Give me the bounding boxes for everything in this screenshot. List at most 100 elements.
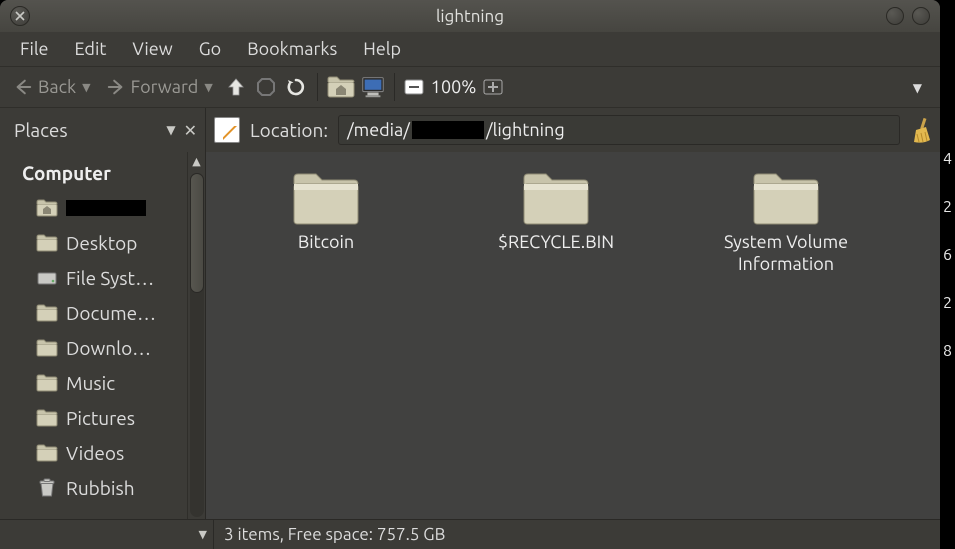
folder-icon bbox=[520, 170, 592, 228]
back-arrow-icon bbox=[14, 78, 32, 96]
zoom-in-button[interactable] bbox=[482, 77, 504, 97]
sidebar-list: Computer Desktop File Syst… Docume… bbox=[0, 152, 187, 519]
zoom-level: 100% bbox=[431, 77, 477, 97]
close-icon bbox=[15, 11, 25, 21]
stop-icon bbox=[255, 76, 277, 98]
window-close-button[interactable] bbox=[10, 6, 30, 26]
titlebar: lightning bbox=[0, 0, 940, 32]
folder-label: System Volume Information bbox=[686, 232, 886, 275]
sidebar-item-label: Pictures bbox=[66, 407, 135, 429]
sidebar-item-filesystem[interactable]: File Syst… bbox=[0, 260, 187, 295]
location-path-prefix: /media/ bbox=[347, 120, 410, 140]
folder-icon bbox=[36, 443, 58, 463]
forward-arrow-icon bbox=[107, 78, 125, 96]
back-label: Back bbox=[38, 77, 76, 97]
nav-forward-group: Forward ▼ bbox=[101, 74, 219, 100]
file-view[interactable]: Bitcoin $RECYCLE.BIN System Volume Infor… bbox=[206, 152, 940, 519]
up-arrow-icon bbox=[225, 76, 247, 98]
menu-view[interactable]: View bbox=[120, 35, 184, 63]
nav-back-group: Back ▼ bbox=[8, 74, 97, 100]
places-close-button[interactable]: ✕ bbox=[184, 121, 197, 140]
toolbar: Back ▼ Forward ▼ bbox=[0, 66, 940, 108]
location-path-suffix: /lightning bbox=[486, 120, 565, 140]
sidebar-item-videos[interactable]: Videos bbox=[0, 435, 187, 470]
folder-icon bbox=[36, 303, 58, 323]
chevron-down-icon: ▼ bbox=[913, 82, 922, 95]
edit-location-button[interactable] bbox=[214, 117, 240, 143]
folder-recycle-bin[interactable]: $RECYCLE.BIN bbox=[446, 170, 666, 275]
sidebar-item-downloads[interactable]: Downlo… bbox=[0, 330, 187, 365]
sidebar-item-desktop[interactable]: Desktop bbox=[0, 225, 187, 260]
menubar: File Edit View Go Bookmarks Help bbox=[0, 32, 940, 66]
menu-go[interactable]: Go bbox=[187, 35, 233, 63]
window-minimize-button[interactable] bbox=[886, 7, 904, 25]
computer-button[interactable] bbox=[360, 74, 386, 100]
location-row: Places ▼ ✕ Location: /media/ /lightning bbox=[0, 108, 940, 152]
menu-help[interactable]: Help bbox=[351, 35, 413, 63]
sidebar-item-rubbish[interactable]: Rubbish bbox=[0, 470, 187, 505]
menu-bookmarks[interactable]: Bookmarks bbox=[235, 35, 349, 63]
menu-file[interactable]: File bbox=[8, 35, 61, 63]
reload-button[interactable] bbox=[283, 74, 309, 100]
places-dropdown-icon[interactable]: ▼ bbox=[166, 123, 175, 137]
zoom-out-button[interactable] bbox=[403, 77, 425, 97]
sidebar-item-pictures[interactable]: Pictures bbox=[0, 400, 187, 435]
clear-history-button[interactable] bbox=[910, 116, 932, 144]
sidebar-item-label: Downlo… bbox=[66, 337, 151, 359]
scroll-up-icon[interactable]: ▲ bbox=[192, 152, 200, 171]
window-title: lightning bbox=[0, 7, 940, 26]
adjacent-window-fragment: 42628 bbox=[940, 150, 955, 360]
window-controls bbox=[886, 7, 930, 25]
folder-icon bbox=[36, 233, 58, 253]
folder-icon bbox=[290, 170, 362, 228]
up-button[interactable] bbox=[223, 74, 249, 100]
computer-icon bbox=[360, 75, 386, 99]
sidebar-item-label: Rubbish bbox=[66, 477, 135, 499]
menu-edit[interactable]: Edit bbox=[63, 35, 119, 63]
sidebar-item-label: File Syst… bbox=[66, 267, 154, 289]
zoom-out-icon bbox=[403, 76, 425, 98]
statusbar: ▼ 3 items, Free space: 757.5 GB bbox=[0, 519, 940, 549]
folder-icon bbox=[36, 373, 58, 393]
forward-dropdown-icon: ▼ bbox=[204, 81, 212, 94]
places-panel-header: Places ▼ ✕ bbox=[0, 108, 206, 152]
location-path-redacted bbox=[412, 121, 484, 139]
forward-label: Forward bbox=[131, 77, 199, 97]
forward-button[interactable]: Forward ▼ bbox=[101, 74, 219, 100]
reload-icon bbox=[285, 76, 307, 98]
home-button[interactable] bbox=[326, 74, 356, 100]
status-text: 3 items, Free space: 757.5 GB bbox=[224, 525, 445, 544]
folder-icon bbox=[750, 170, 822, 228]
location-input[interactable]: /media/ /lightning bbox=[338, 115, 900, 145]
scrollbar-track[interactable] bbox=[190, 173, 204, 517]
scrollbar-thumb[interactable] bbox=[190, 173, 204, 293]
sidebar-item-music[interactable]: Music bbox=[0, 365, 187, 400]
sidebar-item-documents[interactable]: Docume… bbox=[0, 295, 187, 330]
sidebar-scrollbar[interactable]: ▲ bbox=[187, 152, 205, 519]
back-dropdown-icon: ▼ bbox=[82, 81, 90, 94]
home-folder-icon bbox=[36, 198, 58, 218]
folder-icon bbox=[36, 408, 58, 428]
places-title: Places bbox=[14, 119, 68, 141]
toolbar-separator-2 bbox=[394, 73, 395, 101]
sidebar-item-home[interactable] bbox=[0, 190, 187, 225]
sidebar-item-label bbox=[66, 200, 146, 216]
folder-label: $RECYCLE.BIN bbox=[498, 232, 614, 254]
home-folder-icon bbox=[326, 75, 356, 99]
window-maximize-button[interactable] bbox=[912, 7, 930, 25]
scroll-down-icon[interactable]: ▼ bbox=[199, 528, 207, 541]
folder-system-volume-information[interactable]: System Volume Information bbox=[676, 170, 896, 275]
places-sidebar: Computer Desktop File Syst… Docume… bbox=[0, 152, 206, 519]
sidebar-heading-computer: Computer bbox=[0, 156, 187, 190]
sidebar-item-label: Docume… bbox=[66, 302, 156, 324]
back-button[interactable]: Back ▼ bbox=[8, 74, 97, 100]
stop-button[interactable] bbox=[253, 74, 279, 100]
file-manager-window: lightning File Edit View Go Bookmarks He… bbox=[0, 0, 940, 549]
folder-bitcoin[interactable]: Bitcoin bbox=[216, 170, 436, 275]
location-label: Location: bbox=[250, 119, 328, 141]
folder-icon bbox=[36, 338, 58, 358]
main-area: Computer Desktop File Syst… Docume… bbox=[0, 152, 940, 519]
toolbar-separator bbox=[317, 73, 318, 101]
toolbar-overflow-dropdown[interactable]: ▼ bbox=[913, 78, 932, 96]
trash-icon bbox=[36, 478, 58, 498]
